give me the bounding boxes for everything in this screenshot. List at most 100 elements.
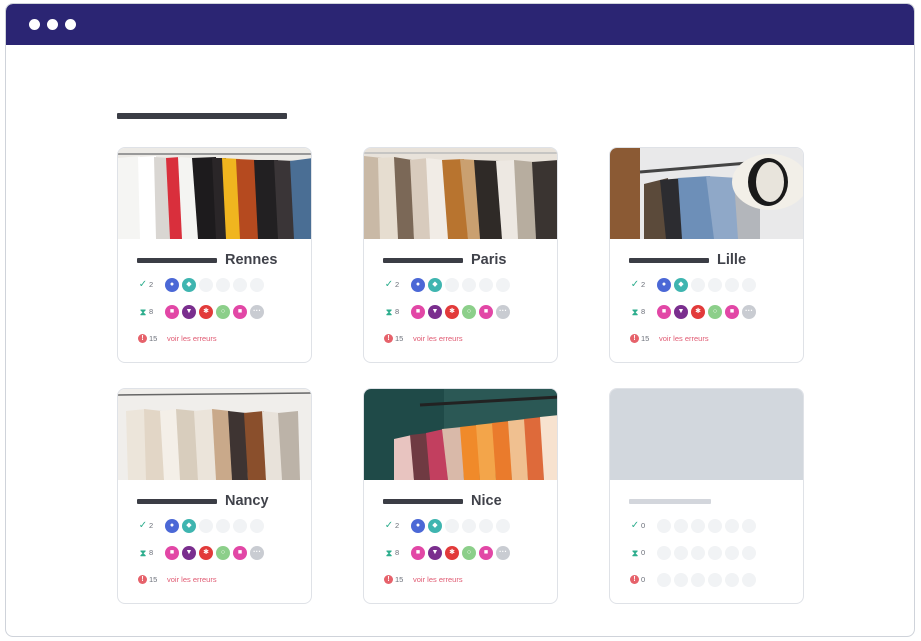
store-label-placeholder: [137, 499, 217, 504]
search-badge-icon[interactable]: ○: [462, 546, 476, 560]
window-dot-icon[interactable]: [47, 19, 58, 30]
store-image-placeholder: [610, 389, 803, 480]
shirt-badge-icon[interactable]: ▼: [428, 546, 442, 560]
store-image: [118, 148, 311, 239]
tag-badge-icon[interactable]: ■: [479, 305, 493, 319]
tag-badge-icon[interactable]: ■: [411, 546, 425, 560]
see-errors-link[interactable]: voir les erreurs: [413, 331, 463, 347]
empty-badge-slot: [708, 573, 722, 587]
search-badge-icon[interactable]: ○: [216, 546, 230, 560]
bookmark-badge-icon[interactable]: ◆: [674, 278, 688, 292]
hourglass-icon: ⧗: [139, 548, 147, 558]
hourglass-icon: ⧗: [631, 307, 639, 317]
empty-badge-slot: [445, 278, 459, 292]
user-avatar-icon[interactable]: ●: [165, 519, 179, 533]
empty-badge-slot: [742, 278, 756, 292]
store-card-placeholder: ✓ 0 ⧗ 0 ! 0: [609, 388, 804, 604]
shirt-badge-icon[interactable]: ▼: [674, 305, 688, 319]
validated-count: 2: [149, 521, 154, 530]
see-errors-link[interactable]: voir les erreurs: [659, 331, 709, 347]
store-label-placeholder: [383, 499, 463, 504]
shirt-badge-icon[interactable]: ▼: [182, 546, 196, 560]
errors-row: ! 15 voir les erreurs: [137, 331, 307, 347]
empty-badge-slot: [199, 519, 213, 533]
pending-row: ⧗ 0: [629, 545, 799, 561]
more-icon[interactable]: ···: [496, 305, 510, 319]
see-errors-link[interactable]: voir les erreurs: [413, 572, 463, 588]
pending-row: ⧗ 8 ■ ▼ ✱ ○ ■ ···: [383, 545, 553, 561]
tag-badge-icon[interactable]: ■: [233, 546, 247, 560]
more-icon[interactable]: ···: [496, 546, 510, 560]
see-errors-link[interactable]: voir les erreurs: [167, 331, 217, 347]
window-titlebar: [6, 4, 914, 45]
bookmark-badge-icon[interactable]: ◆: [182, 519, 196, 533]
store-label-placeholder: [629, 499, 711, 504]
store-label-placeholder: [629, 258, 709, 263]
pattern-badge-icon[interactable]: ✱: [445, 546, 459, 560]
user-avatar-icon[interactable]: ●: [411, 519, 425, 533]
errors-count: 15: [395, 334, 404, 343]
empty-badge-slot: [657, 573, 671, 587]
validated-count: 2: [395, 521, 400, 530]
error-icon: !: [384, 575, 393, 584]
error-icon: !: [384, 334, 393, 343]
store-card-lille[interactable]: Lille ✓ 2 ● ◆ ⧗ 8 ■ ▼ ✱ ○ ■ ··· ! 15 voi…: [609, 147, 804, 363]
empty-badge-slot: [445, 519, 459, 533]
store-label-placeholder: [383, 258, 463, 263]
validated-row: ✓ 2 ● ◆: [137, 518, 307, 534]
window-dot-icon[interactable]: [65, 19, 76, 30]
tag-badge-icon[interactable]: ■: [165, 305, 179, 319]
user-avatar-icon[interactable]: ●: [165, 278, 179, 292]
errors-count: 15: [149, 334, 158, 343]
bookmark-badge-icon[interactable]: ◆: [182, 278, 196, 292]
errors-count: 15: [395, 575, 404, 584]
user-avatar-icon[interactable]: ●: [411, 278, 425, 292]
errors-row: ! 0: [629, 572, 799, 588]
check-icon: ✓: [138, 279, 148, 290]
see-errors-link[interactable]: voir les erreurs: [167, 572, 217, 588]
empty-badge-slot: [691, 546, 705, 560]
tag-badge-icon[interactable]: ■: [411, 305, 425, 319]
more-icon[interactable]: ···: [250, 546, 264, 560]
empty-badge-slot: [462, 278, 476, 292]
pattern-badge-icon[interactable]: ✱: [691, 305, 705, 319]
tag-badge-icon[interactable]: ■: [233, 305, 247, 319]
empty-badge-slot: [250, 519, 264, 533]
pattern-badge-icon[interactable]: ✱: [199, 305, 213, 319]
store-name-row: [629, 491, 799, 511]
more-icon[interactable]: ···: [250, 305, 264, 319]
user-avatar-icon[interactable]: ●: [657, 278, 671, 292]
store-name-row: Nice: [383, 491, 553, 511]
tag-badge-icon[interactable]: ■: [725, 305, 739, 319]
errors-row: ! 15 voir les erreurs: [629, 331, 799, 347]
search-badge-icon[interactable]: ○: [708, 305, 722, 319]
store-card-rennes[interactable]: Rennes ✓ 2 ● ◆ ⧗ 8 ■ ▼ ✱ ○ ■ ··· ! 15 vo…: [117, 147, 312, 363]
bookmark-badge-icon[interactable]: ◆: [428, 278, 442, 292]
shirt-badge-icon[interactable]: ▼: [182, 305, 196, 319]
window-dot-icon[interactable]: [29, 19, 40, 30]
error-icon: !: [138, 575, 147, 584]
store-card-nancy[interactable]: Nancy ✓ 2 ● ◆ ⧗ 8 ■ ▼ ✱ ○ ■ ··· ! 15 voi…: [117, 388, 312, 604]
store-card-nice[interactable]: Nice ✓ 2 ● ◆ ⧗ 8 ■ ▼ ✱ ○ ■ ··· ! 15 voir…: [363, 388, 558, 604]
store-name: Lille: [717, 252, 747, 268]
empty-badge-slot: [496, 278, 510, 292]
error-icon: !: [138, 334, 147, 343]
validated-count: 2: [641, 280, 646, 289]
search-badge-icon[interactable]: ○: [462, 305, 476, 319]
store-card-paris[interactable]: Paris ✓ 2 ● ◆ ⧗ 8 ■ ▼ ✱ ○ ■ ··· ! 15 voi…: [363, 147, 558, 363]
tag-badge-icon[interactable]: ■: [657, 305, 671, 319]
shirt-badge-icon[interactable]: ▼: [428, 305, 442, 319]
tag-badge-icon[interactable]: ■: [165, 546, 179, 560]
empty-badge-slot: [691, 278, 705, 292]
more-icon[interactable]: ···: [742, 305, 756, 319]
validated-row: ✓ 0: [629, 518, 799, 534]
empty-badge-slot: [742, 573, 756, 587]
tag-badge-icon[interactable]: ■: [479, 546, 493, 560]
hourglass-icon: ⧗: [385, 548, 393, 558]
pattern-badge-icon[interactable]: ✱: [199, 546, 213, 560]
pattern-badge-icon[interactable]: ✱: [445, 305, 459, 319]
bookmark-badge-icon[interactable]: ◆: [428, 519, 442, 533]
store-name-row: Lille: [629, 250, 799, 270]
search-badge-icon[interactable]: ○: [216, 305, 230, 319]
errors-count: 15: [149, 575, 158, 584]
